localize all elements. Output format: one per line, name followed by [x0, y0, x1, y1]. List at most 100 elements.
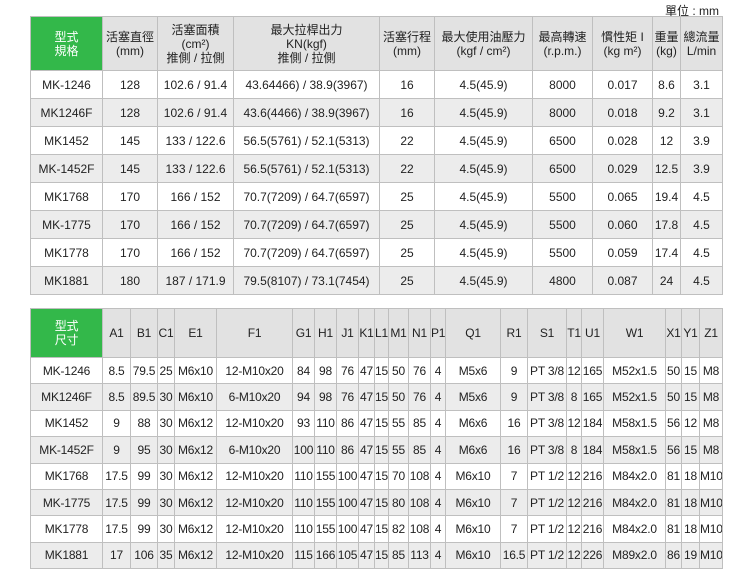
table-cell: 15	[374, 541, 389, 570]
table-cell: PT 3/8	[527, 383, 567, 411]
table-cell: 8000	[532, 98, 593, 127]
table-cell: 19.4	[652, 182, 681, 211]
table-cell: 84	[292, 356, 315, 385]
table-cell: 5500	[532, 238, 593, 267]
table-cell: 187 / 171.9	[157, 266, 234, 295]
spec-header-cell: 重量 (kg)	[652, 16, 681, 71]
table-cell: 8	[566, 383, 582, 411]
table-cell: 15	[681, 356, 700, 385]
table-cell: 89.5	[130, 383, 158, 411]
dimension-header-cell: H1	[314, 308, 337, 358]
spec-table-row: MK1881 180 187 / 171.9 79.5(8107) / 73.1(74…	[30, 266, 723, 295]
table-cell: 0.065	[592, 182, 653, 211]
table-cell: M6x10	[445, 462, 501, 490]
header-line: 活塞行程	[382, 29, 431, 44]
table-cell: M6x12	[174, 462, 217, 490]
table-cell: 79.5	[130, 356, 158, 385]
table-cell: 12	[566, 462, 582, 490]
table-cell: 3.9	[680, 154, 723, 183]
model-cell: MK-1246	[30, 70, 103, 99]
table-cell: M5x6	[445, 383, 501, 411]
model-cell: MK-1246	[30, 356, 103, 385]
table-cell: 5500	[532, 182, 593, 211]
table-cell: 85	[388, 541, 409, 570]
table-cell: 4	[430, 462, 446, 490]
table-cell: 47	[358, 383, 375, 411]
table-cell: 133 / 122.6	[157, 126, 234, 155]
table-cell: M52x1.5	[603, 356, 666, 385]
table-cell: M10	[699, 462, 723, 490]
table-cell: 0.018	[592, 98, 653, 127]
table-cell: 15	[374, 515, 389, 543]
table-cell: 56	[665, 409, 682, 438]
table-cell: 70.7(7209) / 64.7(6597)	[233, 210, 380, 239]
header-line: 重量	[654, 29, 679, 44]
dimension-header-model: 型式 尺寸	[30, 308, 103, 358]
table-cell: 6-M10x20	[216, 436, 293, 464]
table-cell: 47	[358, 515, 375, 543]
table-cell: 110	[314, 409, 337, 438]
table-cell: 8.5	[102, 383, 131, 411]
table-cell: 25	[379, 266, 435, 295]
spec-table-row: MK-1775 170 166 / 152 70.7(7209) / 64.7(659…	[30, 210, 723, 239]
table-cell: 8000	[532, 70, 593, 99]
table-cell: 80	[388, 488, 409, 517]
table-cell: 12-M10x20	[216, 356, 293, 385]
table-cell: 50	[388, 383, 409, 411]
table-cell: 50	[665, 383, 682, 411]
table-cell: 4.5	[680, 182, 723, 211]
table-cell: 30	[157, 515, 175, 543]
table-cell: 12-M10x20	[216, 488, 293, 517]
table-cell: 81	[665, 515, 682, 543]
dimension-header-cell: J1	[336, 308, 359, 358]
dimension-header-cell: K1	[358, 308, 375, 358]
model-cell: MK-1452F	[30, 154, 103, 183]
header-line: 尺寸	[54, 333, 79, 347]
table-cell: 19	[681, 541, 700, 570]
table-cell: PT 3/8	[527, 409, 567, 438]
table-cell: 47	[358, 541, 375, 570]
table-cell: M6x6	[445, 409, 501, 438]
table-cell: 9	[102, 409, 131, 438]
header-line: 活塞直徑	[105, 29, 154, 44]
table-cell: 110	[292, 488, 315, 517]
table-cell: 8	[566, 436, 582, 464]
table-cell: 30	[157, 488, 175, 517]
table-cell: M6x12	[174, 436, 217, 464]
table-cell: 0.059	[592, 238, 653, 267]
table-cell: 56.5(5761) / 52.1(5313)	[233, 126, 380, 155]
table-cell: M10	[699, 541, 723, 570]
table-cell: 184	[581, 409, 604, 438]
table-cell: 86	[336, 436, 359, 464]
header-line: 最高轉速	[538, 29, 587, 44]
header-line: 推側 / 拉側	[166, 50, 225, 65]
table-cell: M6x6	[445, 436, 501, 464]
header-line: 最大拉桿出力	[270, 22, 343, 37]
dimension-header-cell: R1	[500, 308, 528, 358]
table-cell: M10	[699, 515, 723, 543]
table-cell: 5500	[532, 210, 593, 239]
table-cell: 165	[581, 356, 604, 385]
dimension-header-cell: C1	[157, 308, 175, 358]
header-line: (kg m²)	[603, 43, 642, 58]
table-cell: 170	[102, 210, 158, 239]
table-cell: 6500	[532, 154, 593, 183]
table-cell: 113	[408, 541, 431, 570]
table-cell: 3.9	[680, 126, 723, 155]
table-cell: 100	[336, 488, 359, 517]
table-cell: 76	[336, 383, 359, 411]
spec-table-row: MK1778 170 166 / 152 70.7(7209) / 64.7(6597…	[30, 238, 723, 267]
table-cell: 170	[102, 238, 158, 267]
table-cell: 4	[430, 541, 446, 570]
spec-header-cell: 最大拉桿出力 KN(kgf) 推側 / 拉側	[233, 16, 380, 71]
table-cell: 12.5	[652, 154, 681, 183]
table-cell: 55	[388, 436, 409, 464]
table-cell: 216	[581, 488, 604, 517]
table-cell: 108	[408, 515, 431, 543]
dimension-header-cell: M1	[388, 308, 409, 358]
table-cell: 12-M10x20	[216, 541, 293, 570]
dimension-table-row: MK1778 17.5 99 30 M6x12 12-M10x20 110 155 100 47 1…	[30, 515, 723, 543]
table-cell: 30	[157, 436, 175, 464]
table-cell: 70	[388, 462, 409, 490]
table-cell: 47	[358, 436, 375, 464]
